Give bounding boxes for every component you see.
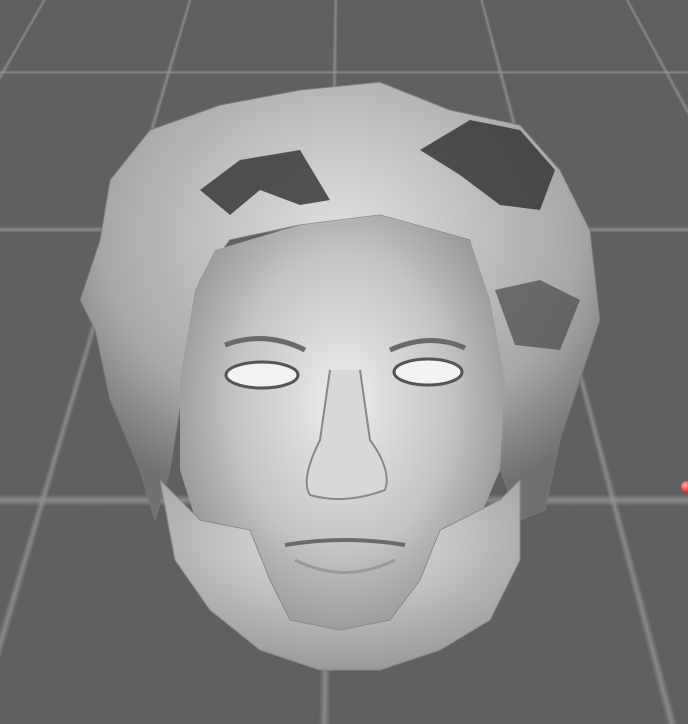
left-eye [224,360,300,390]
3d-viewport[interactable] [0,0,688,724]
head-model[interactable] [0,0,688,724]
light-marker-icon[interactable] [681,481,688,493]
right-eye [392,357,464,387]
